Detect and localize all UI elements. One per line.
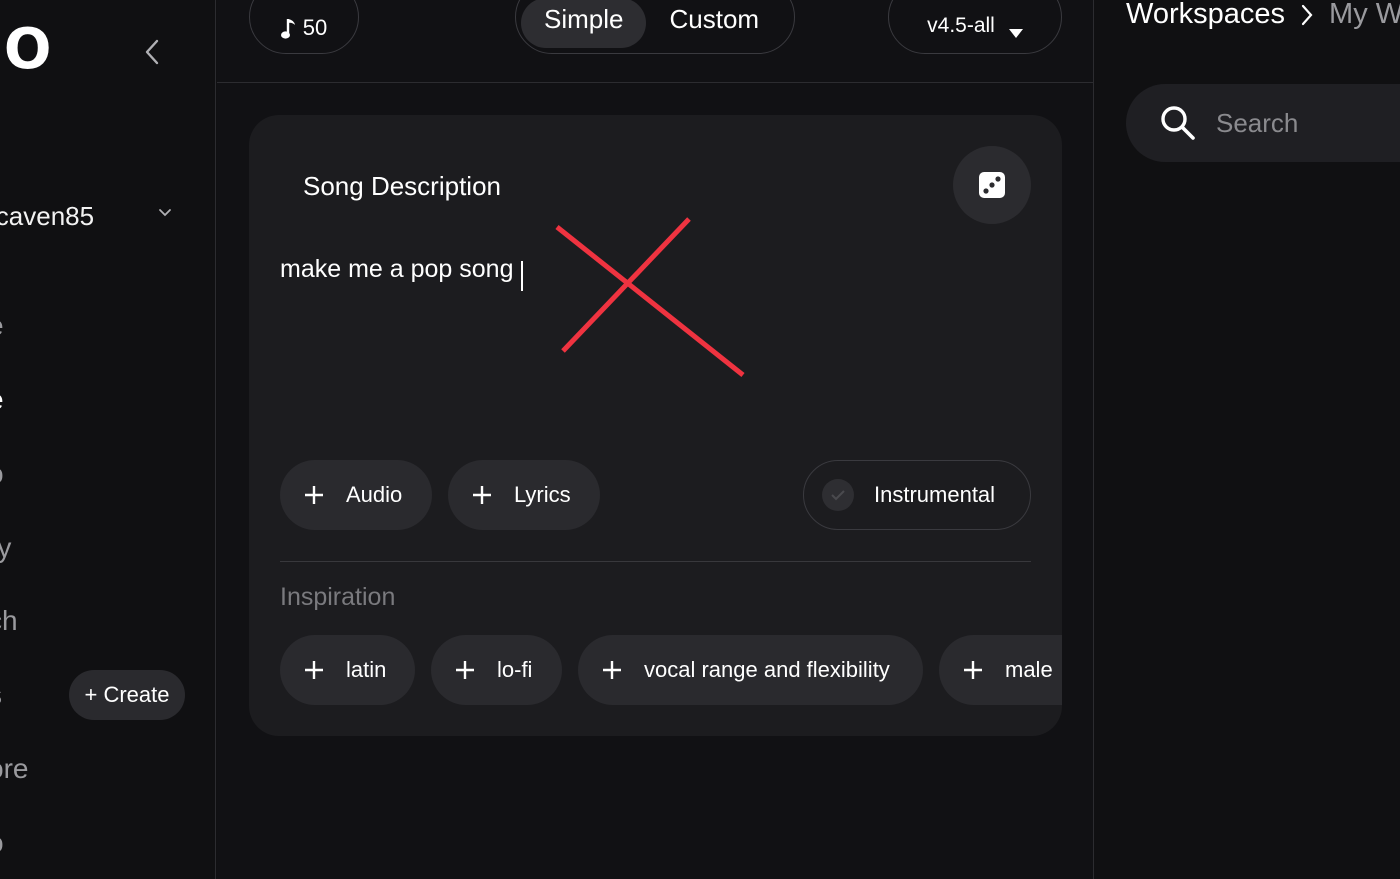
tag-label: latin bbox=[346, 657, 387, 682]
add-lyrics-label: Lyrics bbox=[514, 482, 571, 507]
plus-icon bbox=[305, 661, 323, 679]
workspace-search bbox=[1126, 84, 1400, 162]
tag-label: lo-fi bbox=[497, 657, 533, 682]
credits-count: 50 bbox=[302, 15, 328, 40]
tag-label: vocal range and flexibility bbox=[644, 657, 890, 682]
song-form-card: Song Description Audio Lyrics Instrument… bbox=[249, 115, 1062, 736]
mode-simple-tab[interactable]: Simple bbox=[521, 0, 647, 48]
sidebar: NO icaven85 e e o ry ch s + Create ore o bbox=[0, 0, 216, 879]
breadcrumb-workspaces[interactable]: Workspaces bbox=[1126, 0, 1285, 31]
create-topbar: 50 Simple Custom v4.5-all bbox=[217, 0, 1094, 83]
collapse-sidebar-button[interactable] bbox=[136, 36, 168, 68]
add-audio-button[interactable]: Audio bbox=[280, 460, 432, 530]
breadcrumb: Workspaces My W bbox=[1126, 0, 1400, 31]
account-switcher[interactable]: icaven85 bbox=[0, 196, 190, 236]
inspiration-tag-latin[interactable]: latin bbox=[280, 635, 415, 705]
mode-custom-tab[interactable]: Custom bbox=[646, 0, 782, 48]
chevron-down-icon bbox=[159, 209, 171, 217]
song-description-input[interactable] bbox=[280, 253, 1020, 423]
plus-icon bbox=[473, 486, 491, 504]
create-button[interactable]: + Create bbox=[69, 670, 185, 720]
divider bbox=[280, 561, 1031, 562]
add-lyrics-button[interactable]: Lyrics bbox=[448, 460, 600, 530]
sidebar-item-create[interactable]: e bbox=[0, 386, 4, 414]
plus-icon bbox=[305, 486, 323, 504]
inspiration-tag-lofi[interactable]: lo-fi bbox=[431, 635, 562, 705]
sidebar-item-notifications[interactable]: s bbox=[0, 681, 2, 709]
instrumental-label: Instrumental bbox=[874, 482, 996, 507]
credits-badge[interactable]: 50 bbox=[249, 0, 359, 54]
create-panel: 50 Simple Custom v4.5-all Song Descripti… bbox=[217, 0, 1094, 879]
account-name: icaven85 bbox=[0, 200, 95, 231]
inspiration-label: Inspiration bbox=[280, 583, 396, 611]
brand-logo[interactable]: NO bbox=[0, 22, 52, 78]
sidebar-item-more[interactable]: o bbox=[0, 829, 4, 857]
breadcrumb-current-workspace[interactable]: My W bbox=[1329, 0, 1400, 31]
music-note-icon bbox=[280, 19, 295, 39]
caret-down-icon bbox=[1008, 29, 1023, 38]
search-icon bbox=[1161, 106, 1195, 140]
model-version-select[interactable]: v4.5-all bbox=[888, 0, 1062, 54]
sidebar-item-library[interactable]: ry bbox=[0, 534, 11, 562]
random-prompt-button[interactable] bbox=[953, 146, 1031, 224]
tag-label: male bbox=[1005, 657, 1053, 682]
dice-icon bbox=[979, 172, 1005, 198]
chevron-right-icon bbox=[1301, 4, 1313, 25]
chevron-left-icon bbox=[145, 39, 159, 65]
plus-icon bbox=[603, 661, 621, 679]
mode-toggle: Simple Custom bbox=[515, 0, 795, 54]
instrumental-toggle[interactable]: Instrumental bbox=[803, 460, 1031, 530]
search-input[interactable] bbox=[1216, 107, 1400, 139]
song-description-label: Song Description bbox=[303, 171, 501, 201]
sidebar-item-studio[interactable]: o bbox=[0, 460, 4, 488]
sidebar-item-home[interactable]: e bbox=[0, 312, 4, 340]
inspiration-tag-vocal-range[interactable]: vocal range and flexibility bbox=[578, 635, 923, 705]
sidebar-item-explore[interactable]: ore bbox=[0, 755, 28, 783]
model-version-label: v4.5-all bbox=[927, 14, 995, 37]
workspace-panel: Workspaces My W bbox=[1095, 0, 1400, 879]
check-circle-icon bbox=[822, 479, 854, 511]
add-audio-label: Audio bbox=[346, 482, 403, 507]
plus-icon bbox=[456, 661, 474, 679]
text-cursor bbox=[521, 261, 523, 291]
sidebar-item-search[interactable]: ch bbox=[0, 607, 18, 635]
inspiration-tag-male[interactable]: male bbox=[939, 635, 1062, 705]
plus-icon bbox=[964, 661, 982, 679]
